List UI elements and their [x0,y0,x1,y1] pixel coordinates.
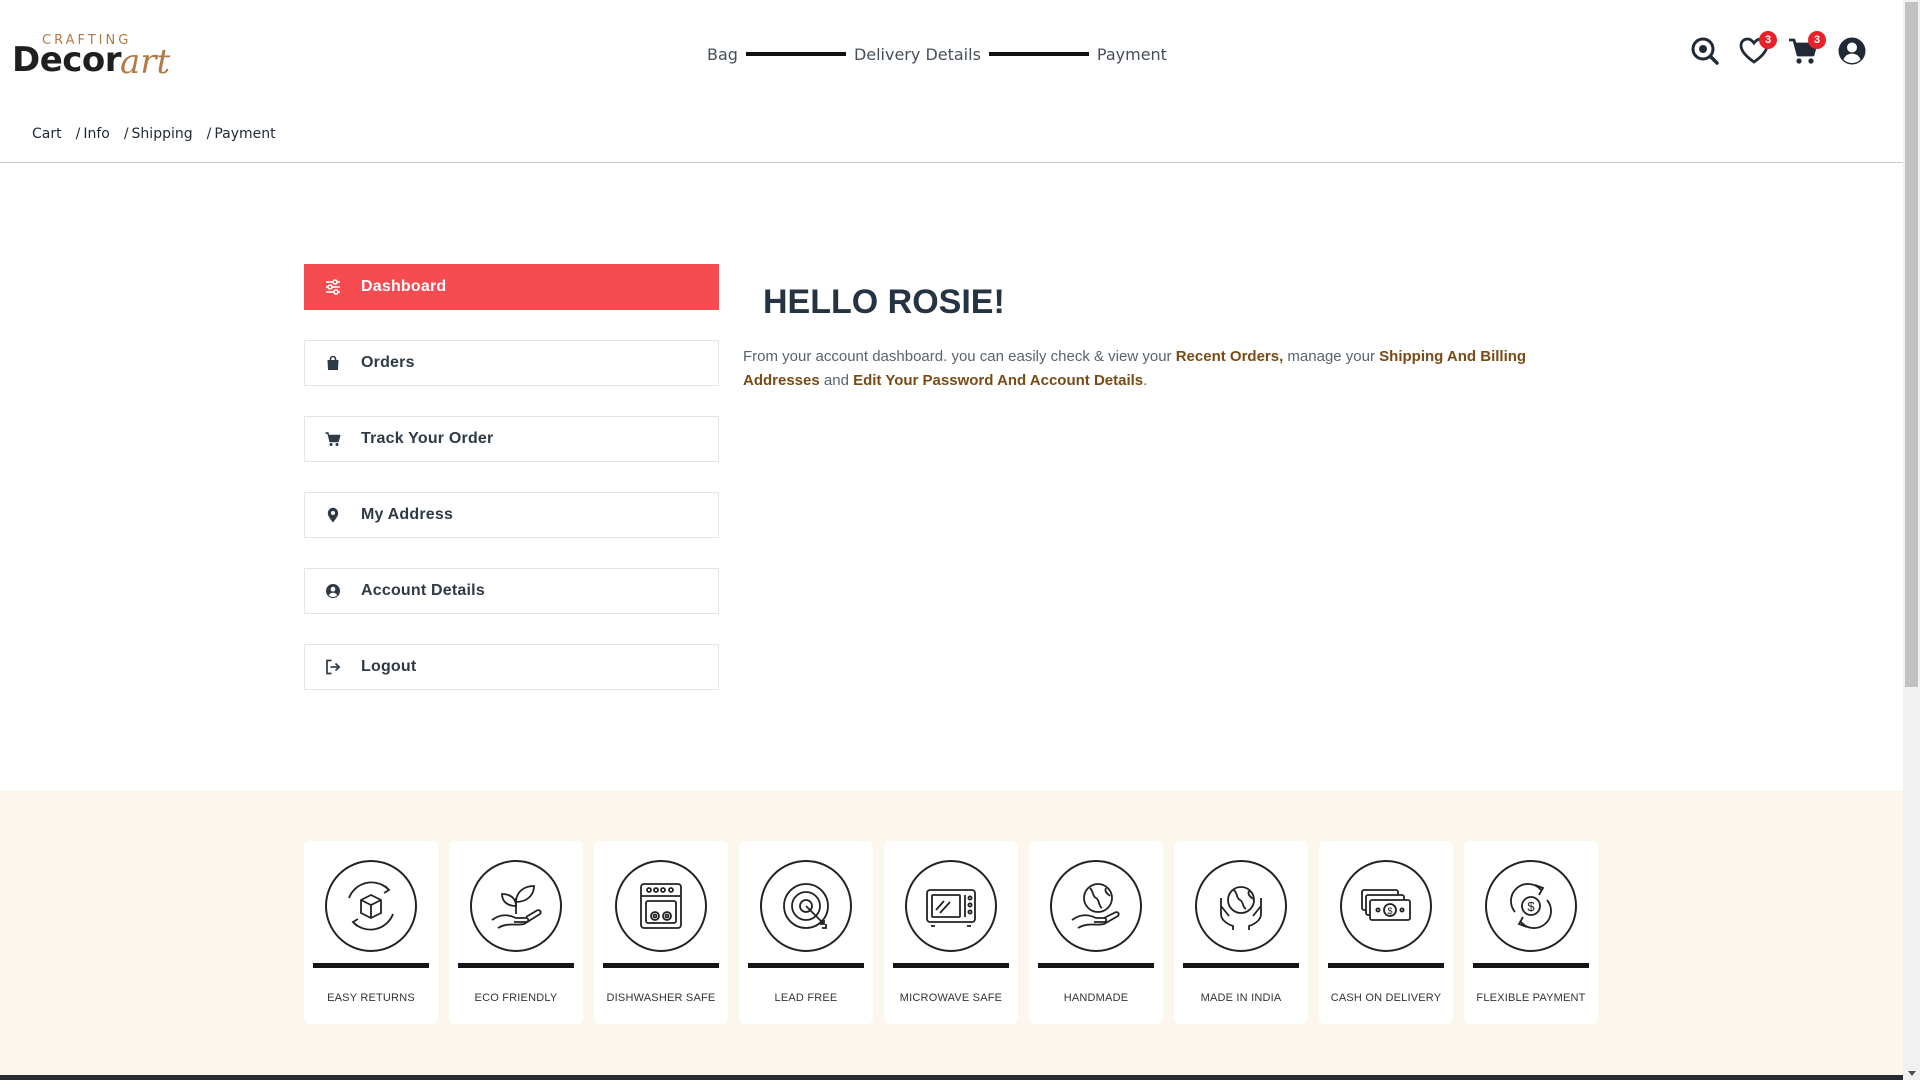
sidebar-item-label: Orders [361,354,415,371]
breadcrumb-info[interactable]: Info [83,126,110,142]
sidebar-item-account-details[interactable]: Account Details [304,568,719,614]
globe-hand-icon [1050,860,1142,952]
feature-label: MADE IN INDIA [1200,992,1282,1004]
feature-underline [313,963,429,968]
greeting-heading: HELLO ROSIE! [763,283,1005,321]
breadcrumb: Cart / Info / Shipping / Payment [32,126,290,142]
footer-edge [0,1075,1903,1080]
feature-underline [893,963,1009,968]
features-row: EASY RETURNS ECO FRIENDLY DISHWASHER SAF… [304,841,1609,1024]
map-pin-icon [323,505,343,525]
feature-label: MICROWAVE SAFE [899,992,1003,1004]
user-circle-icon [1838,37,1866,65]
feature-card: MICROWAVE SAFE [884,841,1018,1024]
svg-text:$: $ [1387,906,1392,916]
sidebar-item-label: My Address [361,506,454,523]
feature-underline [1328,963,1444,968]
sliders-icon [323,277,343,297]
feature-card: $ CASH ON DELIVERY [1319,841,1453,1024]
intro-text: manage your [1283,348,1380,365]
wishlist-count-badge: 3 [1759,31,1777,49]
logout-icon [323,657,343,677]
feature-label: FLEXIBLE PAYMENT [1476,992,1586,1004]
account-details-link[interactable]: Edit Your Password And Account Details [853,372,1143,389]
step-delivery-details: Delivery Details [853,44,981,64]
box-return-icon [325,860,417,952]
cash-icon: $ [1340,860,1432,952]
header-divider [0,162,1903,163]
sidebar-item-my-address[interactable]: My Address [304,492,719,538]
feature-label: DISHWASHER SAFE [606,992,716,1004]
sidebar-item-logout[interactable]: Logout [304,644,719,690]
account-button[interactable] [1837,36,1867,66]
user-circle-icon [323,581,343,601]
breadcrumb-shipping[interactable]: Shipping [132,126,193,142]
sidebar-item-dashboard[interactable]: Dashboard [304,264,719,310]
feature-underline [1038,963,1154,968]
scroll-down-arrow-icon[interactable] [1908,1071,1916,1076]
wishlist-button[interactable]: 3 [1739,31,1777,66]
checkout-steps: Bag Delivery Details Payment [707,44,1167,64]
breadcrumb-separator: / [206,126,212,142]
feature-label: CASH ON DELIVERY [1330,992,1442,1004]
shopping-bag-icon [323,353,343,373]
sidebar-item-label: Logout [361,658,417,675]
sidebar-item-label: Dashboard [361,278,447,295]
breadcrumb-separator: / [75,126,81,142]
feature-underline [748,963,864,968]
feature-card: EASY RETURNS [304,841,438,1024]
globe-hands-icon [1195,860,1287,952]
step-payment: Payment [1096,44,1167,64]
dishwasher-icon [615,860,707,952]
step-bag: Bag [707,44,738,64]
feature-label: HANDMADE [1063,992,1129,1004]
search-icon [1691,37,1719,65]
step-connector [745,52,846,56]
intro-text: From your account dashboard. you can eas… [743,348,1176,365]
feature-card: HANDMADE [1029,841,1163,1024]
feature-label: LEAD FREE [774,992,838,1004]
logo-art-text: art [120,42,171,82]
sidebar-item-track-order[interactable]: Track Your Order [304,416,719,462]
plant-hand-icon [470,860,562,952]
feature-card: ECO FRIENDLY [449,841,583,1024]
cart-icon [323,429,343,449]
header-actions: 3 3 [1690,31,1886,66]
sidebar-item-orders[interactable]: Orders [304,340,719,386]
logo-decor-text: Decor [12,40,122,80]
recent-orders-link[interactable]: Recent Orders, [1176,348,1284,365]
breadcrumb-separator: / [123,126,129,142]
dashboard-intro: From your account dashboard. you can eas… [743,345,1600,393]
search-button[interactable] [1690,36,1720,66]
dollar-cycle-icon: $ [1485,860,1577,952]
feature-card: LEAD FREE [739,841,873,1024]
target-icon [760,860,852,952]
account-sidebar: Dashboard Orders Track Your Order My Add… [304,264,719,720]
step-connector [988,52,1089,56]
svg-text:$: $ [1527,899,1535,914]
feature-underline [458,963,574,968]
breadcrumb-cart[interactable]: Cart [32,126,62,142]
cart-count-badge: 3 [1808,31,1826,49]
feature-card: DISHWASHER SAFE [594,841,728,1024]
microwave-icon [905,860,997,952]
breadcrumb-payment[interactable]: Payment [214,126,275,142]
intro-text: and [819,372,854,389]
feature-label: ECO FRIENDLY [474,992,558,1004]
cart-button[interactable]: 3 [1788,31,1826,66]
scrollbar-thumb[interactable] [1905,2,1918,687]
feature-underline [1183,963,1299,968]
feature-label: EASY RETURNS [327,992,415,1004]
page-scrollbar[interactable] [1903,0,1920,1080]
feature-underline [1473,963,1589,968]
sidebar-item-label: Track Your Order [361,430,494,447]
site-header: CRAFTING Decor art Bag Delivery Details … [0,0,1903,142]
site-logo[interactable]: CRAFTING Decor art [12,30,192,82]
sidebar-item-label: Account Details [361,582,485,599]
feature-card: MADE IN INDIA [1174,841,1308,1024]
intro-text: . [1143,372,1148,389]
feature-card: $ FLEXIBLE PAYMENT [1464,841,1598,1024]
feature-underline [603,963,719,968]
